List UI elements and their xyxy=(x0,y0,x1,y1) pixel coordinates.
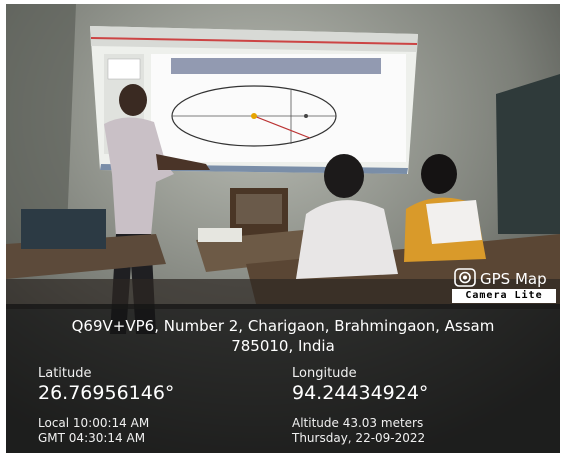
gps-map-watermark: GPS Map Camera Lite xyxy=(448,267,560,303)
slide-heading xyxy=(171,58,381,74)
teacher-head xyxy=(119,84,147,116)
photo-frame: GPS Map Camera Lite Q69V+VP6, Number 2, … xyxy=(0,0,565,457)
watermark-app-name: GPS Map xyxy=(480,270,547,288)
address-line-1: Q69V+VP6, Number 2, Charigaon, Brahminga… xyxy=(71,317,495,335)
latitude-value: 26.76956146° xyxy=(38,382,175,404)
camera-lens-icon xyxy=(454,268,476,287)
classroom-photo: GPS Map Camera Lite Q69V+VP6, Number 2, … xyxy=(6,4,560,453)
longitude-label: Longitude xyxy=(292,366,357,381)
date: Thursday, 22-09-2022 xyxy=(292,431,426,445)
laptop xyxy=(21,209,106,249)
altitude: Altitude 43.03 meters xyxy=(292,416,424,430)
slide-thumbnail xyxy=(107,58,141,80)
location-overlay: Q69V+VP6, Number 2, Charigaon, Brahminga… xyxy=(6,304,560,453)
latitude-label: Latitude xyxy=(38,366,92,381)
student2-blouse xyxy=(426,200,482,244)
window xyxy=(496,74,560,234)
address-line-2: 785010, India xyxy=(231,337,335,355)
address: Q69V+VP6, Number 2, Charigaon, Brahminga… xyxy=(6,316,560,356)
notebook xyxy=(198,228,242,242)
student2-head xyxy=(421,154,457,194)
local-time: Local 10:00:14 AM xyxy=(38,416,150,430)
chair-back xyxy=(236,194,282,224)
sun-focus xyxy=(251,113,257,119)
student-head xyxy=(324,154,364,198)
longitude-value: 94.24434924° xyxy=(292,382,429,404)
student-shirt xyxy=(296,200,398,279)
gmt-time: GMT 04:30:14 AM xyxy=(38,431,146,445)
watermark-badge: Camera Lite xyxy=(452,289,556,303)
second-focus xyxy=(304,114,308,118)
